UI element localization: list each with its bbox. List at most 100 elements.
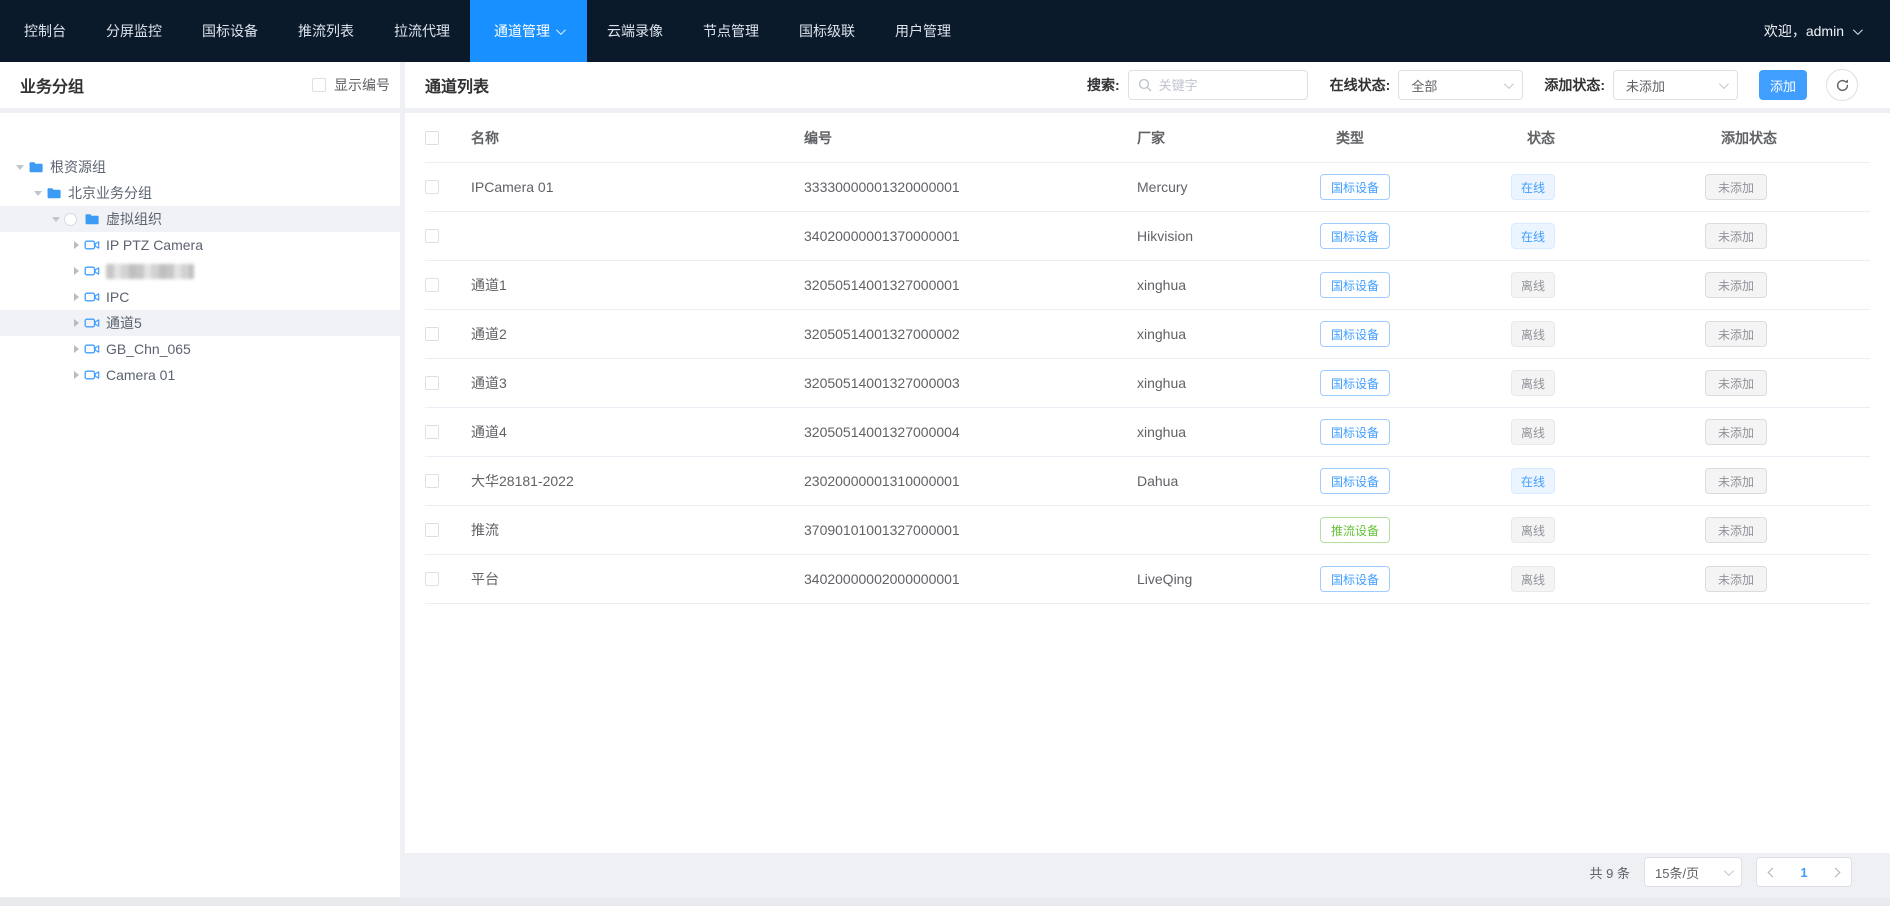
table-header-row: 名称 编号 厂家 类型 状态 添加状态: [425, 113, 1870, 163]
add-status-tag: 未添加: [1705, 419, 1767, 445]
select-all-checkbox[interactable]: [425, 131, 439, 145]
refresh-button[interactable]: [1826, 69, 1858, 101]
add-state-label: 添加状态:: [1544, 75, 1605, 95]
page-size-select[interactable]: 15条/页: [1644, 857, 1742, 887]
folder-icon: [28, 159, 44, 175]
table-row[interactable]: 通道2 32050514001327000002 xinghua 国标设备 离线…: [425, 310, 1870, 359]
nav-tab[interactable]: 用户管理: [875, 0, 971, 62]
tree-caret[interactable]: [68, 241, 84, 249]
table-row[interactable]: 平台 34020000002000000001 LiveQing 国标设备 离线…: [425, 555, 1870, 604]
tree-caret[interactable]: [68, 293, 84, 301]
tree-caret[interactable]: [68, 319, 84, 327]
cell-code: 37090101001327000001: [804, 522, 1137, 538]
add-state-value: 未添加: [1626, 76, 1665, 95]
type-tag: 国标设备: [1320, 419, 1390, 445]
tree-caret[interactable]: [68, 267, 84, 275]
row-checkbox[interactable]: [425, 425, 439, 439]
nav-tab[interactable]: 分屏监控: [86, 0, 182, 62]
online-status-select[interactable]: 全部: [1398, 70, 1523, 100]
search-label: 搜索:: [1087, 75, 1120, 95]
cell-name: 平台: [471, 569, 804, 589]
tree-node[interactable]: Camera 01: [0, 362, 400, 388]
nav-tab[interactable]: 通道管理: [470, 0, 587, 62]
cell-code: 34020000001370000001: [804, 228, 1137, 244]
row-checkbox[interactable]: [425, 376, 439, 390]
row-checkbox[interactable]: [425, 327, 439, 341]
add-button[interactable]: 添加: [1759, 70, 1807, 100]
row-checkbox[interactable]: [425, 523, 439, 537]
tree-node[interactable]: GB_Chn_065: [0, 336, 400, 362]
table-row[interactable]: 通道3 32050514001327000003 xinghua 国标设备 离线…: [425, 359, 1870, 408]
tree-radio[interactable]: [64, 213, 77, 226]
chevron-down-icon: [1724, 866, 1734, 876]
table-row[interactable]: 34020000001370000001 Hikvision 国标设备 在线 未…: [425, 212, 1870, 261]
caret-right-icon: [74, 241, 79, 249]
show-code-checkbox[interactable]: [312, 78, 326, 92]
type-tag: 国标设备: [1320, 468, 1390, 494]
nav-tab[interactable]: 拉流代理: [374, 0, 470, 62]
user-greeting: 欢迎，admin: [1764, 21, 1844, 41]
tree-caret[interactable]: [12, 165, 28, 170]
tree-node[interactable]: 北京业务分组: [0, 180, 400, 206]
caret-right-icon: [74, 319, 79, 327]
current-page[interactable]: 1: [1800, 865, 1807, 880]
user-menu[interactable]: 欢迎，admin: [1764, 0, 1890, 62]
tree-node[interactable]: [0, 258, 400, 284]
nav-tab-label: 节点管理: [703, 21, 759, 41]
top-navbar: 控制台 分屏监控 国标设备 推流列表 拉流代理: [0, 0, 1890, 62]
status-tag: 离线: [1511, 272, 1555, 298]
nav-tab-label: 推流列表: [298, 21, 354, 41]
table-row[interactable]: IPCamera 01 33330000001320000001 Mercury…: [425, 163, 1870, 212]
caret-right-icon: [74, 267, 79, 275]
cell-code: 32050514001327000002: [804, 326, 1137, 342]
tree-caret[interactable]: [68, 371, 84, 379]
cell-code: 23020000001310000001: [804, 473, 1137, 489]
tree-node[interactable]: IPC: [0, 284, 400, 310]
cell-vendor: Dahua: [1137, 473, 1336, 489]
tree-node-label: IP PTZ Camera: [106, 237, 203, 253]
nav-tab-label: 拉流代理: [394, 21, 450, 41]
cell-vendor: Hikvision: [1137, 228, 1336, 244]
row-checkbox[interactable]: [425, 278, 439, 292]
caret-down-icon: [52, 217, 60, 222]
tree-node-label: 根资源组: [50, 157, 106, 177]
tree-node[interactable]: IP PTZ Camera: [0, 232, 400, 258]
nav-tab-label: 国标级联: [799, 21, 855, 41]
next-page-button[interactable]: [1830, 867, 1840, 877]
pagination-bar: 共 9 条 15条/页 1: [1590, 856, 1852, 888]
search-input[interactable]: [1128, 70, 1308, 100]
table-row[interactable]: 大华28181-2022 23020000001310000001 Dahua …: [425, 457, 1870, 506]
row-checkbox[interactable]: [425, 474, 439, 488]
row-checkbox[interactable]: [425, 572, 439, 586]
table-row[interactable]: 推流 37090101001327000001 推流设备 离线 未添加: [425, 506, 1870, 555]
row-checkbox[interactable]: [425, 180, 439, 194]
nav-tab[interactable]: 云端录像: [587, 0, 683, 62]
tree-caret[interactable]: [48, 217, 64, 222]
row-checkbox[interactable]: [425, 229, 439, 243]
table-row[interactable]: 通道4 32050514001327000004 xinghua 国标设备 离线…: [425, 408, 1870, 457]
show-code-toggle[interactable]: 显示编号: [312, 75, 390, 95]
chevron-down-icon: [1504, 79, 1514, 89]
bottom-strip: [0, 898, 1890, 906]
nav-tab[interactable]: 节点管理: [683, 0, 779, 62]
type-tag: 国标设备: [1320, 272, 1390, 298]
tree-node[interactable]: 根资源组: [0, 154, 400, 180]
online-status-value: 全部: [1411, 76, 1437, 95]
tree-caret[interactable]: [30, 191, 46, 196]
tree-node[interactable]: 通道5: [0, 310, 400, 336]
table-row[interactable]: 通道1 32050514001327000001 xinghua 国标设备 离线…: [425, 261, 1870, 310]
nav-tab[interactable]: 国标级联: [779, 0, 875, 62]
prev-page-button[interactable]: [1768, 867, 1778, 877]
total-count: 共 9 条: [1590, 863, 1630, 882]
nav-tab[interactable]: 推流列表: [278, 0, 374, 62]
nav-tab[interactable]: 国标设备: [182, 0, 278, 62]
status-tag: 离线: [1511, 419, 1555, 445]
caret-down-icon: [34, 191, 42, 196]
folder-icon: [84, 211, 100, 227]
cell-vendor: xinghua: [1137, 326, 1336, 342]
add-status-tag: 未添加: [1705, 566, 1767, 592]
tree-caret[interactable]: [68, 345, 84, 353]
tree-node[interactable]: 虚拟组织: [0, 206, 400, 232]
add-state-select[interactable]: 未添加: [1613, 70, 1738, 100]
nav-tab[interactable]: 控制台: [4, 0, 86, 62]
